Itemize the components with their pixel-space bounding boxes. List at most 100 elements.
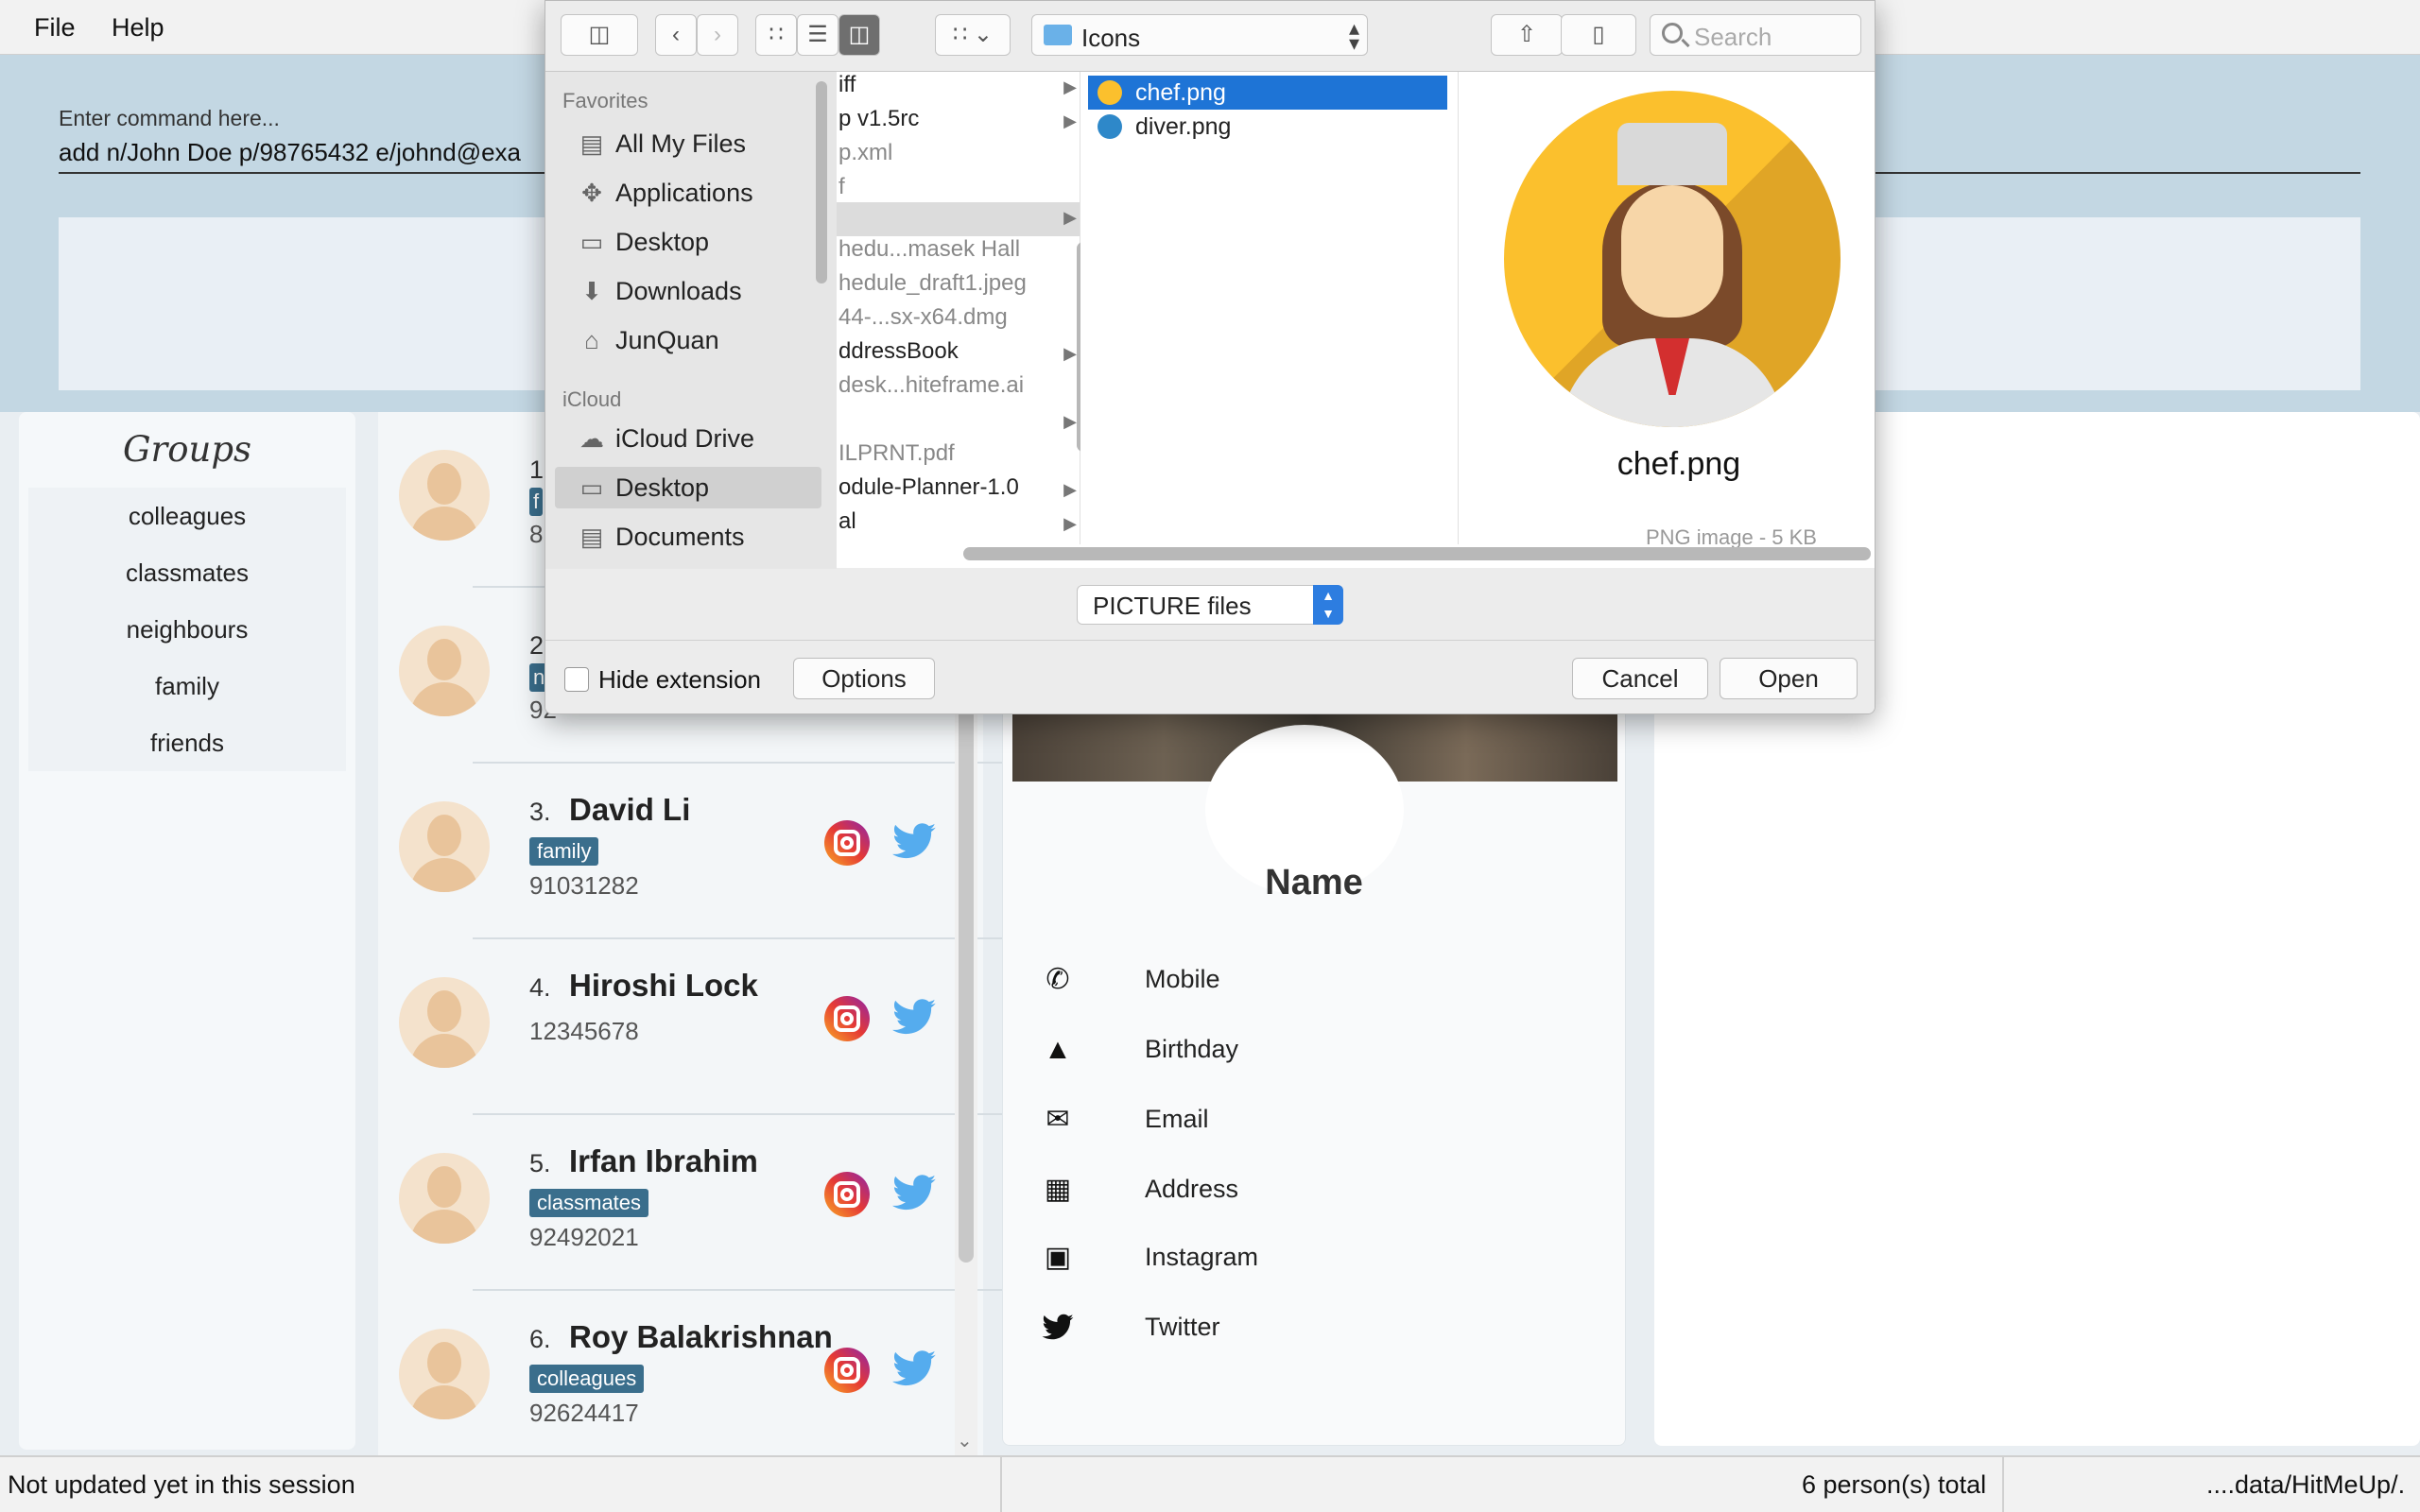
home-icon: ⌂	[584, 326, 599, 354]
twitter-icon	[1042, 1314, 1074, 1340]
instagram-icon[interactable]	[824, 1348, 870, 1393]
group-item-classmates[interactable]: classmates	[28, 544, 346, 601]
folder-icon	[1044, 25, 1072, 45]
group-item-friends[interactable]: friends	[28, 714, 346, 771]
contact-name: Irfan Ibrahim	[569, 1143, 758, 1178]
sidebar-scrollbar[interactable]	[816, 81, 827, 284]
detail-row-birthday: ▲ Birthday	[1041, 1033, 1570, 1071]
chevron-updown-icon: ▲ ▼	[1313, 585, 1343, 625]
column-item[interactable]: iff ▶	[837, 72, 1080, 106]
open-button[interactable]: Open	[1720, 658, 1858, 699]
column-item[interactable]: al ▶	[837, 508, 1080, 542]
twitter-icon[interactable]	[890, 1170, 938, 1217]
column-item[interactable]: ddressBook ▶	[837, 338, 1080, 372]
column-item[interactable]: odule-Planner-1.0 ▶	[837, 474, 1080, 508]
search-icon	[1662, 23, 1683, 43]
column-item-selected[interactable]: ▶	[837, 202, 1080, 236]
column-item[interactable]: desk...hiteframe.ai	[837, 372, 1080, 406]
sidebar-item-all-my-files[interactable]: ▤ All My Files	[555, 123, 821, 164]
avatar	[399, 626, 490, 716]
cancel-button[interactable]: Cancel	[1572, 658, 1708, 699]
dialog-sidebar: Favorites ▤ All My Files ✥ Applications …	[545, 72, 837, 569]
group-item-neighbours[interactable]: neighbours	[28, 601, 346, 658]
sidebar-item-desktop[interactable]: ▭ Desktop	[555, 221, 821, 263]
contact-phone: 91031282	[529, 871, 639, 900]
search-input[interactable]: Search	[1650, 14, 1861, 56]
menu-file[interactable]: File	[34, 13, 76, 43]
share-icon[interactable]: ⇧	[1491, 14, 1563, 56]
column-item[interactable]: hedu...masek Hall	[837, 236, 1080, 270]
instagram-icon[interactable]	[824, 820, 870, 866]
location-label: Icons	[1081, 24, 1141, 52]
sidebar-label: Desktop	[615, 473, 710, 502]
contact-tag: colleagues	[529, 1365, 645, 1393]
twitter-icon[interactable]	[890, 818, 938, 866]
contact-phone: 8	[529, 520, 544, 548]
detail-row-twitter: Twitter	[1041, 1311, 1570, 1349]
menu-help[interactable]: Help	[112, 13, 164, 43]
column-view-button[interactable]: ◫	[838, 14, 880, 56]
file-label: diver.png	[1135, 113, 1232, 140]
sidebar-item-downloads[interactable]: ⬇ Downloads	[555, 270, 821, 312]
sidebar-heading-icloud: iCloud	[562, 387, 622, 411]
browser-column-2: chef.png diver.png	[1080, 72, 1459, 544]
documents-icon: ▤	[579, 523, 604, 551]
column-item[interactable]: p v1.5rc ▶	[837, 106, 1080, 140]
tag-icon[interactable]: ▯	[1561, 14, 1636, 56]
status-bar: Not updated yet in this session 6 person…	[0, 1455, 2420, 1512]
column-item[interactable]: p.xml	[837, 140, 1080, 174]
options-button[interactable]: Options	[793, 658, 935, 699]
group-item-family[interactable]: family	[28, 658, 346, 714]
contact-name: Roy Balakrishnan	[569, 1319, 833, 1354]
contact-index: 4.	[529, 973, 551, 1002]
column-item[interactable]: 44-...sx-x64.dmg	[837, 304, 1080, 338]
back-button[interactable]: ‹	[655, 14, 697, 56]
search-placeholder: Search	[1694, 23, 1772, 51]
browser-column-1: iff ▶ p v1.5rc ▶ p.xml f ▶ hedu...masek Ha…	[837, 72, 1080, 544]
chef-preview-image	[1504, 91, 1841, 427]
twitter-icon[interactable]	[890, 994, 938, 1041]
sidebar-item-documents[interactable]: ▤ Documents	[555, 516, 821, 558]
desktop-icon: ▭	[579, 473, 604, 502]
dialog-bottom-bar: Hide extension Options Cancel Open	[545, 640, 1875, 713]
column-item[interactable]: ILPRNT.pdf	[837, 440, 1080, 474]
instagram-icon[interactable]	[824, 1172, 870, 1217]
arrange-button[interactable]: ∷ ⌄	[935, 14, 1011, 56]
map-icon: ▦	[1044, 1174, 1072, 1205]
status-sync: Not updated yet in this session	[8, 1470, 355, 1499]
horizontal-scrollbar[interactable]	[963, 547, 1871, 560]
scroll-down-icon[interactable]: ⌄	[957, 1429, 973, 1452]
sidebar-toggle-button[interactable]: ◫	[561, 14, 638, 56]
instagram-icon[interactable]	[824, 996, 870, 1041]
sidebar-item-icloud-drive[interactable]: ☁ iCloud Drive	[555, 418, 821, 459]
list-view-button[interactable]: ☰	[797, 14, 838, 56]
column-item[interactable]: ▶	[837, 406, 1080, 440]
file-type-select[interactable]: PICTURE files ▲ ▼	[1077, 585, 1343, 625]
detail-row-address: ▦ Address	[1041, 1173, 1570, 1211]
twitter-icon[interactable]	[890, 1346, 938, 1393]
location-select[interactable]: Icons ▴ ▾	[1031, 14, 1368, 56]
groups-panel: Groups colleagues classmates neighbours …	[19, 412, 355, 1450]
desktop-icon: ▭	[579, 228, 604, 256]
icon-view-button[interactable]: ∷	[755, 14, 797, 56]
column-item[interactable]: hedule_draft1.jpeg	[837, 270, 1080, 304]
forward-button[interactable]: ›	[697, 14, 738, 56]
image-file-icon	[1098, 114, 1122, 139]
files-icon: ▤	[579, 129, 604, 158]
status-count: 6 person(s) total	[1802, 1470, 1987, 1499]
status-path: ....data/HitMeUp/.	[2206, 1470, 2406, 1499]
group-item-colleagues[interactable]: colleagues	[28, 488, 346, 544]
hide-extension-checkbox[interactable]	[564, 667, 589, 692]
contact-phone: 92492021	[529, 1223, 639, 1251]
detail-row-email: ✉ Email	[1041, 1103, 1570, 1141]
avatar	[399, 450, 490, 541]
file-item-chef[interactable]: chef.png	[1088, 76, 1447, 110]
instagram-icon: ▣	[1044, 1242, 1072, 1273]
sidebar-item-applications[interactable]: ✥ Applications	[555, 172, 821, 214]
hide-extension-label: Hide extension	[598, 665, 761, 694]
download-icon: ⬇	[581, 277, 602, 305]
file-item-diver[interactable]: diver.png	[1088, 110, 1447, 144]
sidebar-item-home[interactable]: ⌂ JunQuan	[555, 319, 821, 361]
detail-label: Instagram	[1145, 1243, 1259, 1271]
sidebar-item-icloud-desktop[interactable]: ▭ Desktop	[555, 467, 821, 508]
